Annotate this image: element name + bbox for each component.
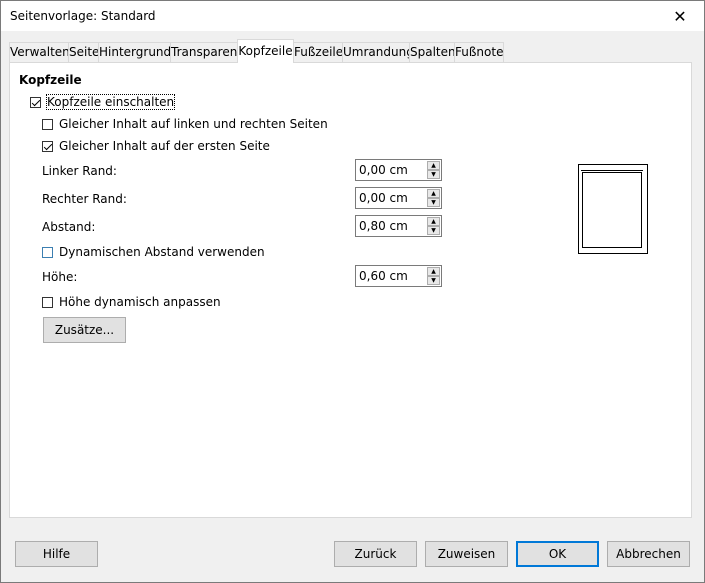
checkbox-checked-icon bbox=[42, 140, 53, 152]
tab-fusszeile[interactable]: Fußzeile bbox=[293, 42, 343, 62]
spacing-label: Abstand: bbox=[42, 220, 96, 234]
window-title: Seitenvorlage: Standard bbox=[10, 9, 156, 23]
spacing-field[interactable]: 0,80 cm ▲ ▼ bbox=[355, 215, 442, 237]
cancel-button[interactable]: Abbrechen bbox=[607, 541, 690, 567]
assign-button[interactable]: Zuweisen bbox=[425, 541, 508, 567]
close-button[interactable]: ✕ bbox=[660, 2, 700, 30]
right-margin-field[interactable]: 0,00 cm ▲ ▼ bbox=[355, 187, 442, 209]
header-on-label: Kopfzeile einschalten bbox=[45, 94, 176, 110]
section-title: Kopfzeile bbox=[19, 73, 82, 87]
tab-transparenz[interactable]: Transparenz bbox=[170, 42, 244, 62]
dynamic-spacing-checkbox[interactable]: Dynamischen Abstand verwenden bbox=[42, 245, 265, 259]
right-margin-label: Rechter Rand: bbox=[42, 192, 127, 206]
height-value: 0,60 cm bbox=[359, 269, 408, 283]
spin-down-icon[interactable]: ▼ bbox=[427, 276, 440, 285]
tab-umrandung[interactable]: Umrandung bbox=[342, 42, 414, 62]
close-icon: ✕ bbox=[673, 6, 687, 26]
same-left-right-checkbox[interactable]: Gleicher Inhalt auf linken und rechten S… bbox=[42, 117, 328, 131]
same-first-checkbox[interactable]: Gleicher Inhalt auf der ersten Seite bbox=[42, 139, 270, 153]
same-left-right-label: Gleicher Inhalt auf linken und rechten S… bbox=[59, 117, 328, 131]
autofit-height-checkbox[interactable]: Höhe dynamisch anpassen bbox=[42, 295, 221, 309]
tab-seite[interactable]: Seite bbox=[68, 42, 99, 62]
checkbox-unchecked-icon bbox=[42, 246, 53, 258]
preview-header-area bbox=[581, 167, 643, 171]
left-margin-label: Linker Rand: bbox=[42, 164, 117, 178]
more-button[interactable]: Zusätze... bbox=[43, 317, 126, 343]
tab-hintergrund[interactable]: Hintergrund bbox=[98, 42, 171, 62]
tab-fussnote[interactable]: Fußnote bbox=[454, 42, 504, 62]
ok-button[interactable]: OK bbox=[516, 541, 599, 567]
left-margin-value: 0,00 cm bbox=[359, 163, 408, 177]
left-margin-field[interactable]: 0,00 cm ▲ ▼ bbox=[355, 159, 442, 181]
tab-kopfzeile[interactable]: Kopfzeile bbox=[237, 39, 294, 63]
right-margin-value: 0,00 cm bbox=[359, 191, 408, 205]
height-label: Höhe: bbox=[42, 270, 78, 284]
tab-spalten[interactable]: Spalten bbox=[409, 42, 456, 62]
tab-verwalten[interactable]: Verwalten bbox=[9, 42, 70, 62]
header-on-checkbox[interactable]: Kopfzeile einschalten bbox=[30, 94, 176, 110]
spin-down-icon[interactable]: ▼ bbox=[427, 226, 440, 235]
spin-down-icon[interactable]: ▼ bbox=[427, 198, 440, 207]
help-button[interactable]: Hilfe bbox=[15, 541, 98, 567]
checkbox-unchecked-icon bbox=[42, 296, 53, 308]
spacing-value: 0,80 cm bbox=[359, 219, 408, 233]
tab-panel: Kopfzeile Kopfzeile einschalten Gleicher… bbox=[9, 62, 692, 518]
spin-down-icon[interactable]: ▼ bbox=[427, 170, 440, 179]
height-field[interactable]: 0,60 cm ▲ ▼ bbox=[355, 265, 442, 287]
reset-button[interactable]: Zurück bbox=[334, 541, 417, 567]
checkbox-unchecked-icon bbox=[42, 118, 53, 130]
spin-up-icon[interactable]: ▲ bbox=[427, 161, 440, 170]
spin-up-icon[interactable]: ▲ bbox=[427, 217, 440, 226]
autofit-height-label: Höhe dynamisch anpassen bbox=[59, 295, 221, 309]
same-first-label: Gleicher Inhalt auf der ersten Seite bbox=[59, 139, 270, 153]
title-bar: Seitenvorlage: Standard ✕ bbox=[1, 1, 704, 31]
preview-body-area bbox=[582, 172, 642, 248]
dynamic-spacing-label: Dynamischen Abstand verwenden bbox=[59, 245, 265, 259]
checkbox-checked-icon bbox=[30, 96, 41, 108]
spin-up-icon[interactable]: ▲ bbox=[427, 189, 440, 198]
spin-up-icon[interactable]: ▲ bbox=[427, 267, 440, 276]
page-preview bbox=[578, 164, 648, 254]
